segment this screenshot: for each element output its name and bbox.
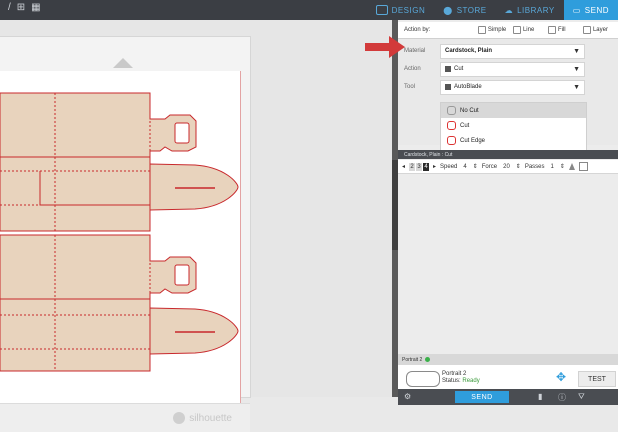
window-icon[interactable]: ⊞ (17, 2, 25, 13)
grid-icon[interactable]: ▦ (31, 2, 40, 13)
blade-increase-icon[interactable]: ▸ (433, 163, 436, 170)
tab-send[interactable]: ▭ SEND (563, 0, 618, 20)
cut-edge-icon (447, 136, 456, 145)
layer-icon (582, 26, 591, 34)
cutting-mat-panel: silhouette (0, 36, 251, 432)
chevron-down-icon: ▼ (573, 65, 580, 73)
autoblade-icon (445, 84, 451, 90)
action-line-option[interactable]: Line (512, 26, 548, 34)
action-by-row: Action by: Simple Line Fill Layer (398, 22, 618, 39)
ready-icon (425, 357, 431, 362)
chevron-down-icon: ▼ (573, 47, 580, 55)
cut-parameters: ◂ 2 3 4 ▸ Speed 4 ⇕ Force 20 ⇕ Passes 1 ⇕ (398, 160, 618, 174)
force-stepper-icon[interactable]: ⇕ (516, 163, 521, 170)
cut-icon (445, 66, 451, 72)
fill-icon (547, 26, 556, 34)
store-icon: ⬤ (443, 5, 453, 15)
design-workspace[interactable]: silhouette (0, 20, 392, 432)
cut-line-icon (447, 121, 456, 130)
material-select[interactable]: Cardstock, Plain ▼ (440, 43, 585, 59)
action-simple-option[interactable]: Simple (477, 26, 513, 34)
action-row: Action Cut ▼ (398, 60, 618, 78)
blade-depth[interactable]: 2 3 4 (409, 162, 430, 171)
cut-style-list: No Cut Cut Cut Edge (440, 102, 587, 151)
bottom-bar: ⚙ SEND ▮ ⓘ ⛛ (398, 389, 618, 405)
tab-design[interactable]: DESIGN (367, 0, 435, 20)
speed-stepper-icon[interactable]: ⇕ (473, 163, 478, 170)
tool-select[interactable]: AutoBlade ▼ (440, 79, 585, 95)
chevron-down-icon: ▼ (573, 83, 580, 91)
cutting-mat[interactable] (0, 71, 241, 403)
passes-value[interactable]: 1 (549, 164, 556, 170)
action-by-label: Action by: (404, 27, 431, 33)
speed-value[interactable]: 4 (461, 164, 468, 170)
test-button[interactable]: TEST (578, 371, 616, 387)
tool-row: Tool AutoBlade ▼ (398, 78, 618, 96)
material-summary-bar: Cardstock, Plain : Cut (398, 150, 618, 159)
line-icon (512, 26, 521, 34)
simple-icon (477, 26, 486, 34)
pause-icon[interactable]: ▮ (538, 392, 542, 401)
move-icon[interactable]: ✥ (556, 370, 566, 384)
feed-direction-arrow-icon (113, 58, 133, 68)
cut-settings: Material Cardstock, Plain ▼ Action Cut ▼ T… (398, 39, 618, 151)
send-panel: Action by: Simple Line Fill Layer Materi… (398, 20, 618, 405)
line-segment-icon[interactable] (568, 163, 575, 170)
passes-stepper-icon[interactable]: ⇕ (560, 163, 565, 170)
main-tabs: DESIGN ⬤ STORE ☁ LIBRARY ▭ SEND (367, 0, 618, 20)
action-fill-option[interactable]: Fill (547, 26, 583, 34)
device-icon[interactable]: ⛛ (578, 392, 585, 402)
top-left-tools: / ⊞ ▦ (8, 2, 41, 13)
send-button[interactable]: SEND (455, 391, 509, 403)
slash-icon[interactable]: / (8, 2, 11, 13)
silhouette-logo-icon (173, 412, 186, 424)
silhouette-brand: silhouette (173, 412, 232, 424)
action-select[interactable]: Cut ▼ (440, 61, 585, 77)
cut-option[interactable]: Cut (441, 118, 586, 133)
no-cut-icon (447, 106, 456, 115)
blade-decrease-icon[interactable]: ◂ (402, 163, 405, 170)
info-icon[interactable]: ⓘ (558, 392, 566, 403)
callout-arrow-icon (365, 36, 405, 58)
settings-icon[interactable]: ⚙ (404, 392, 411, 401)
library-icon: ☁ (504, 5, 514, 15)
tab-store[interactable]: ⬤ STORE (434, 0, 495, 20)
square-icon[interactable] (578, 162, 588, 171)
cut-edge-option[interactable]: Cut Edge (441, 133, 586, 148)
design-icon (375, 5, 388, 15)
top-bar: / ⊞ ▦ DESIGN ⬤ STORE ☁ LIBRARY ▭ SEND (0, 0, 618, 20)
force-value[interactable]: 20 (501, 164, 512, 170)
device-status-text: Status: Ready (442, 378, 480, 384)
tab-library[interactable]: ☁ LIBRARY (496, 0, 564, 20)
box-template-design[interactable] (0, 71, 240, 403)
send-icon: ▭ (572, 5, 581, 15)
mat-footer: silhouette (0, 403, 250, 432)
device-header: Portrait 2 (398, 354, 618, 365)
no-cut-option[interactable]: No Cut (441, 103, 586, 118)
material-row: Material Cardstock, Plain ▼ (398, 42, 618, 60)
action-layer-option[interactable]: Layer (582, 26, 618, 34)
cutter-icon (406, 371, 440, 387)
